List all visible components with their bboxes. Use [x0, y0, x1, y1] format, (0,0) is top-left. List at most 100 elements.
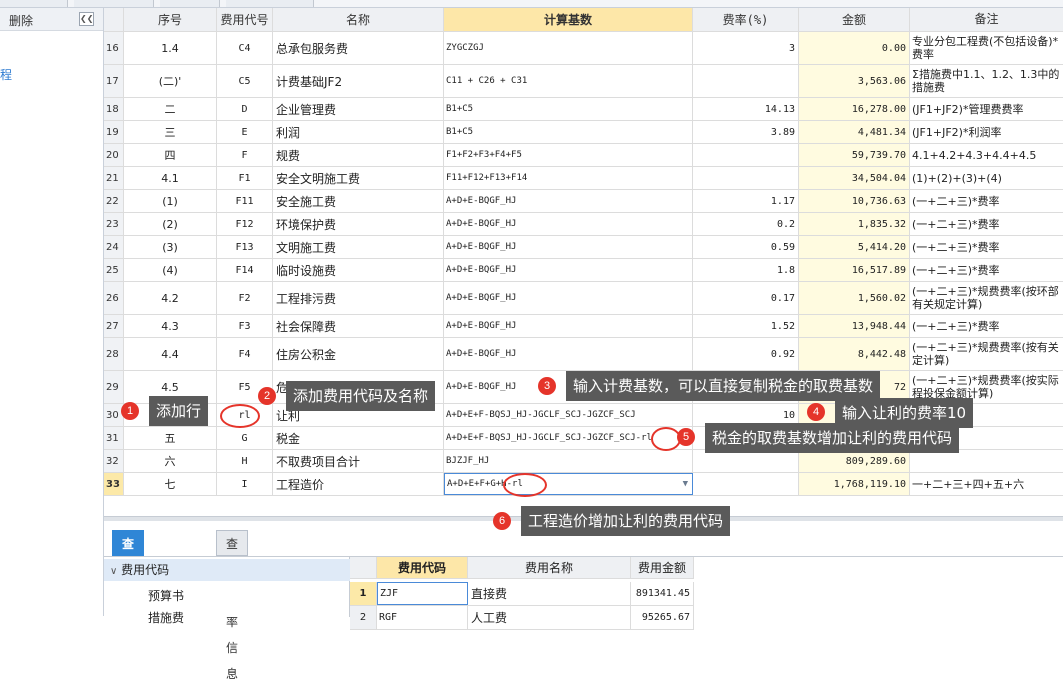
- fee-code-cell[interactable]: F3: [217, 315, 273, 337]
- name-cell[interactable]: 安全文明施工费: [273, 167, 444, 189]
- rate-cell[interactable]: 0.92: [693, 338, 799, 370]
- calc-base-cell[interactable]: B1+C5: [444, 98, 693, 120]
- name-cell[interactable]: 利润: [273, 121, 444, 143]
- name-cell[interactable]: 企业管理费: [273, 98, 444, 120]
- fee-code-cell[interactable]: F14: [217, 259, 273, 281]
- top-tab-2[interactable]: [74, 0, 154, 7]
- name-cell[interactable]: 不取费项目合计: [273, 450, 444, 472]
- calc-base-cell[interactable]: F11+F12+F13+F14: [444, 167, 693, 189]
- table-row[interactable]: 19 三 E 利润 B1+C5 3.89 4,481.34 (JF1+JF2)*利润率: [104, 121, 1063, 144]
- calc-base-cell[interactable]: A+D+E-BQGF_HJ: [444, 315, 693, 337]
- tab-query-fee-code[interactable]: 查询费用代码: [112, 530, 145, 681]
- name-cell[interactable]: 税金: [273, 427, 444, 449]
- fee-code-cell[interactable]: RGF: [377, 606, 468, 629]
- tab-query-fee-rate[interactable]: 查询费率信息: [216, 530, 249, 681]
- table-row[interactable]: 2 RGF 人工费 95265.67: [350, 606, 694, 630]
- calc-base-cell[interactable]: BJZJF_HJ: [444, 450, 693, 472]
- fee-code-cell[interactable]: C4: [217, 32, 273, 64]
- name-cell[interactable]: 临时设施费: [273, 259, 444, 281]
- rate-cell[interactable]: [693, 167, 799, 189]
- fee-code-cell[interactable]: ZJF: [377, 582, 468, 605]
- table-row[interactable]: 17 (二)' C5 计费基础JF2 C11 + C26 + C31 3,563.06 Σ措…: [104, 65, 1063, 98]
- table-row[interactable]: 18 二 D 企业管理费 B1+C5 14.13 16,278.00 (JF1+JF2)*管理…: [104, 98, 1063, 121]
- header-note[interactable]: 备注: [910, 8, 1063, 31]
- name-cell[interactable]: 住房公积金: [273, 338, 444, 370]
- qheader-amount[interactable]: 费用金额: [631, 557, 694, 578]
- fee-code-cell[interactable]: G: [217, 427, 273, 449]
- calc-base-cell[interactable]: A+D+E-BQGF_HJ: [444, 338, 693, 370]
- table-row[interactable]: 28 4.4 F4 住房公积金 A+D+E-BQGF_HJ 0.92 8,442.48 (一+…: [104, 338, 1063, 371]
- name-cell[interactable]: 环境保护费: [273, 213, 444, 235]
- header-rate[interactable]: 费率(%): [693, 8, 799, 31]
- calc-base-cell[interactable]: C11 + C26 + C31: [444, 65, 693, 97]
- sidebar-link[interactable]: 程: [0, 66, 12, 83]
- table-row[interactable]: 26 4.2 F2 工程排污费 A+D+E-BQGF_HJ 0.17 1,560.02 (一+…: [104, 282, 1063, 315]
- rate-cell[interactable]: 1.17: [693, 190, 799, 212]
- fee-code-cell[interactable]: D: [217, 98, 273, 120]
- table-row[interactable]: 23 (2) F12 环境保护费 A+D+E-BQGF_HJ 0.2 1,835.32 (一+…: [104, 213, 1063, 236]
- rate-cell[interactable]: 1.8: [693, 259, 799, 281]
- calc-base-cell[interactable]: A+D+E+F+G+H-rl ▼: [444, 473, 693, 495]
- calc-base-cell[interactable]: A+D+E-BQGF_HJ: [444, 190, 693, 212]
- table-row[interactable]: 32 六 H 不取费项目合计 BJZJF_HJ 809,289.60: [104, 450, 1063, 473]
- name-cell[interactable]: 计费基础JF2: [273, 65, 444, 97]
- rate-cell[interactable]: [693, 144, 799, 166]
- top-tab-3[interactable]: [160, 0, 220, 7]
- fee-code-cell[interactable]: F2: [217, 282, 273, 314]
- fee-code-cell[interactable]: F12: [217, 213, 273, 235]
- name-cell[interactable]: 规费: [273, 144, 444, 166]
- table-row[interactable]: 33 七 I 工程造价 A+D+E+F+G+H-rl ▼ 1,768,119.10 一+二+三…: [104, 473, 1063, 496]
- rate-cell[interactable]: 0.17: [693, 282, 799, 314]
- rate-cell[interactable]: [693, 65, 799, 97]
- tree-item-budget[interactable]: 预算书: [148, 587, 184, 604]
- fee-code-cell[interactable]: F11: [217, 190, 273, 212]
- qheader-name[interactable]: 费用名称: [468, 557, 631, 578]
- rate-cell[interactable]: 0.59: [693, 236, 799, 258]
- header-base[interactable]: 计算基数: [444, 8, 693, 31]
- double-chevron-left-icon[interactable]: ❮❮: [79, 12, 94, 26]
- table-row[interactable]: 1 ZJF 直接费 891341.45: [350, 582, 694, 606]
- delete-button[interactable]: 删除: [9, 12, 33, 29]
- rate-cell[interactable]: 14.13: [693, 98, 799, 120]
- tree-item-measures[interactable]: 措施费: [148, 609, 184, 626]
- calc-base-cell[interactable]: B1+C5: [444, 121, 693, 143]
- table-row[interactable]: 22 (1) F11 安全施工费 A+D+E-BQGF_HJ 1.17 10,736.63 (…: [104, 190, 1063, 213]
- rate-cell[interactable]: 3: [693, 32, 799, 64]
- name-cell[interactable]: 工程造价: [273, 473, 444, 495]
- fee-code-cell[interactable]: F13: [217, 236, 273, 258]
- rate-cell[interactable]: 1.52: [693, 315, 799, 337]
- header-seq[interactable]: 序号: [124, 8, 217, 31]
- fee-code-cell[interactable]: I: [217, 473, 273, 495]
- dropdown-arrow-icon[interactable]: ▼: [683, 479, 688, 489]
- rate-cell[interactable]: [693, 450, 799, 472]
- qheader-code[interactable]: 费用代码: [377, 557, 468, 578]
- name-cell[interactable]: 安全施工费: [273, 190, 444, 212]
- top-tab-1[interactable]: [0, 0, 68, 7]
- header-code[interactable]: 费用代号: [217, 8, 273, 31]
- calc-base-cell[interactable]: F1+F2+F3+F4+F5: [444, 144, 693, 166]
- calc-base-cell[interactable]: ZYGCZGJ: [444, 32, 693, 64]
- rate-cell[interactable]: [693, 473, 799, 495]
- name-cell[interactable]: 工程排污费: [273, 282, 444, 314]
- header-amount[interactable]: 金额: [799, 8, 910, 31]
- calc-base-cell[interactable]: A+D+E-BQGF_HJ: [444, 213, 693, 235]
- name-cell[interactable]: 总承包服务费: [273, 32, 444, 64]
- table-row[interactable]: 20 四 F 规费 F1+F2+F3+F4+F5 59,739.70 4.1+4.2+4.3…: [104, 144, 1063, 167]
- calc-base-cell[interactable]: A+D+E-BQGF_HJ: [444, 259, 693, 281]
- fee-code-cell[interactable]: E: [217, 121, 273, 143]
- top-tab-4[interactable]: [226, 0, 314, 7]
- table-row[interactable]: 16 1.4 C4 总承包服务费 ZYGCZGJ 3 0.00 专业分包工程费(不包括设备)*…: [104, 32, 1063, 65]
- fee-code-cell[interactable]: F4: [217, 338, 273, 370]
- rate-cell[interactable]: 3.89: [693, 121, 799, 143]
- fee-code-cell[interactable]: C5: [217, 65, 273, 97]
- table-row[interactable]: 21 4.1 F1 安全文明施工费 F11+F12+F13+F14 34,504.04 (1…: [104, 167, 1063, 190]
- fee-code-cell[interactable]: H: [217, 450, 273, 472]
- table-row[interactable]: 24 (3) F13 文明施工费 A+D+E-BQGF_HJ 0.59 5,414.20 (一…: [104, 236, 1063, 259]
- calc-base-cell[interactable]: A+D+E+F-BQSJ_HJ-JGCLF_SCJ-JGZCF_SCJ: [444, 404, 693, 426]
- calc-base-cell[interactable]: A+D+E-BQGF_HJ: [444, 282, 693, 314]
- table-row[interactable]: 25 (4) F14 临时设施费 A+D+E-BQGF_HJ 1.8 16,517.89 (一…: [104, 259, 1063, 282]
- calc-base-cell[interactable]: A+D+E-BQGF_HJ: [444, 236, 693, 258]
- header-name[interactable]: 名称: [273, 8, 444, 31]
- tree-root[interactable]: ∨ 费用代码: [104, 559, 350, 581]
- name-cell[interactable]: 社会保障费: [273, 315, 444, 337]
